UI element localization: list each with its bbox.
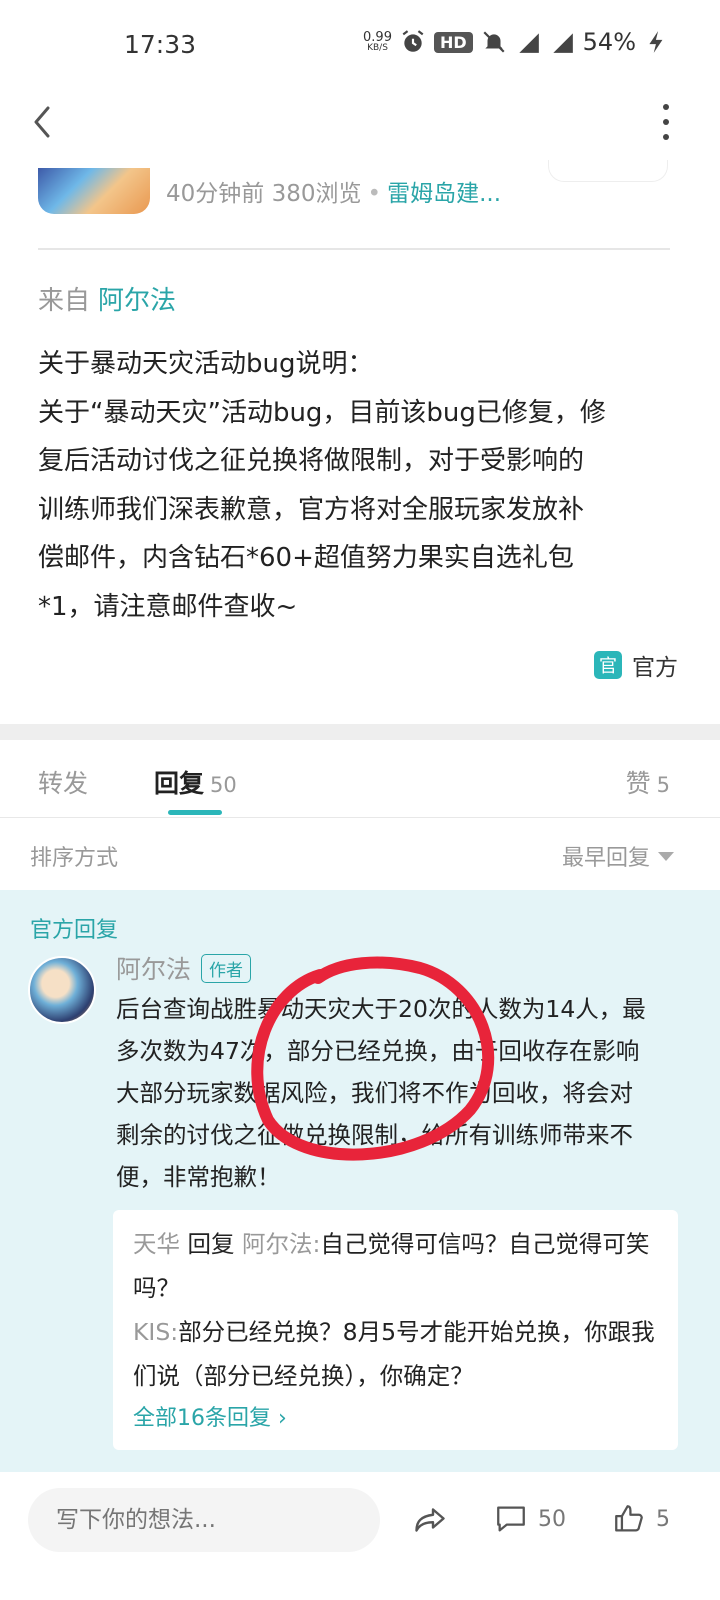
status-bar: 17:33 0.99 KB/S HD 54% [0, 0, 720, 92]
official-reply-title: 官方回复 [30, 918, 119, 943]
tab-forward[interactable]: 转发 [38, 764, 88, 800]
official-tag: 官 官方 [594, 648, 678, 682]
post-line: 关于“暴动天灾”活动bug，目前该bug已修复，修 [38, 397, 606, 428]
reply-line: 便，非常抱歉！ [116, 1163, 281, 1191]
like-count: 5 [656, 773, 670, 797]
sub-reply-user: KIS [133, 1318, 171, 1346]
status-time: 17:33 [124, 30, 197, 59]
reply-line: 后台查询战胜暴动天灾大于20次的人数为14人，最 [116, 995, 646, 1023]
reply-author-row: 阿尔法 作者 [116, 950, 252, 986]
reply-body[interactable]: 后台查询战胜暴动天灾大于20次的人数为14人，最 多次数为47次，部分已经兑换，… [116, 988, 686, 1198]
battery-level: 54% [582, 28, 636, 56]
status-icons: 0.99 KB/S HD 54% [363, 28, 670, 56]
top-nav [0, 92, 720, 152]
comment-count: 50 [538, 1506, 566, 1532]
official-label: 官方 [632, 655, 678, 681]
comment-button[interactable]: 50 [494, 1502, 566, 1536]
post-body: 关于暴动天灾活动bug说明： 关于“暴动天灾”活动bug，目前该bug已修复，修… [38, 340, 678, 631]
avatar[interactable] [38, 168, 150, 214]
post-line: 训练师我们深表歉意，官方将对全服玩家发放补 [38, 494, 585, 525]
signal-5g-icon [518, 33, 539, 53]
more-vertical-icon[interactable] [658, 104, 674, 140]
reply-line: 剩余的讨伐之征做兑换限制，给所有训练师带来不 [116, 1121, 633, 1149]
caret-down-icon [658, 851, 674, 861]
source-author-link[interactable]: 阿尔法 [98, 286, 176, 316]
signal-4g-icon [552, 33, 573, 53]
chevron-right-icon: › [271, 1406, 287, 1431]
share-button[interactable] [412, 1502, 448, 1538]
reply-count: 50 [210, 773, 237, 797]
post-views: 380浏览 [271, 181, 362, 207]
post-info: 40分钟前 380浏览 • 雷姆岛建... [166, 181, 502, 207]
sub-reply[interactable]: KIS:部分已经兑换？8月5号才能开始兑换，你跟我们说（部分已经兑换），你确定？ [133, 1310, 663, 1398]
post-line: 关于暴动天灾活动bug说明： [38, 349, 374, 379]
tab-bar: 转发 回复 50 赞5 [0, 740, 720, 818]
divider [38, 248, 670, 250]
sub-replies: 天华 回复 阿尔法:自己觉得可信吗？自己觉得可笑吗？ KIS:部分已经兑换？8月… [113, 1210, 678, 1450]
view-all-replies-link[interactable]: 全部16条回复 › [133, 1400, 287, 1432]
official-icon: 官 [594, 651, 622, 679]
reply-line: 大部分玩家数据风险，我们将不作为回收，将会对 [116, 1079, 633, 1107]
post-line: 复后活动讨伐之征兑换将做限制，对于受影响的 [38, 446, 585, 476]
author-badge: 作者 [201, 953, 252, 983]
comment-icon [497, 1506, 525, 1532]
network-speed: 0.99 KB/S [363, 30, 392, 53]
sub-reply-text: 部分已经兑换？8月5号才能开始兑换，你跟我们说（部分已经兑换），你确定？ [133, 1318, 655, 1390]
post-time: 40分钟前 [166, 181, 265, 207]
comment-input[interactable] [28, 1488, 380, 1552]
sort-dropdown[interactable]: 最早回复 [562, 840, 674, 872]
post-line: 偿邮件，内含钻石*60+超值努力果实自选礼包 [38, 543, 574, 573]
like-button[interactable]: 5 [612, 1502, 670, 1536]
hd-icon: HD [433, 31, 473, 53]
sub-reply[interactable]: 天华 回复 阿尔法:自己觉得可信吗？自己觉得可笑吗？ [133, 1222, 663, 1310]
reply-line: 多次数为47次，部分已经兑换，由于回收存在影响 [116, 1037, 640, 1065]
reply-avatar[interactable] [28, 956, 96, 1024]
alarm-icon [402, 30, 424, 52]
charging-icon [649, 31, 663, 53]
sub-reply-target: 阿尔法 [241, 1230, 313, 1258]
sort-label: 排序方式 [30, 846, 119, 871]
chevron-left-icon[interactable] [28, 102, 58, 142]
post-meta: 40分钟前 380浏览 • 雷姆岛建... [38, 160, 678, 216]
follow-button[interactable] [548, 160, 668, 182]
thumbs-up-icon [615, 1505, 643, 1532]
tab-reply[interactable]: 回复 50 [154, 764, 237, 800]
sub-reply-user: 天华 [133, 1230, 180, 1258]
active-tab-indicator [168, 810, 222, 815]
share-icon [415, 1508, 445, 1532]
section-separator [0, 724, 720, 740]
post-line: *1，请注意邮件查收~ [38, 591, 298, 622]
sort-row: 排序方式 最早回复 [0, 818, 720, 890]
like-count: 5 [656, 1506, 670, 1532]
mute-bell-icon [483, 31, 505, 53]
tab-like[interactable]: 赞5 [626, 764, 670, 800]
bottom-bar: 50 5 [0, 1472, 720, 1600]
reply-author-name[interactable]: 阿尔法 [116, 950, 191, 986]
post-category-link[interactable]: 雷姆岛建... [387, 181, 501, 207]
post-source: 来自 阿尔法 [38, 286, 177, 316]
